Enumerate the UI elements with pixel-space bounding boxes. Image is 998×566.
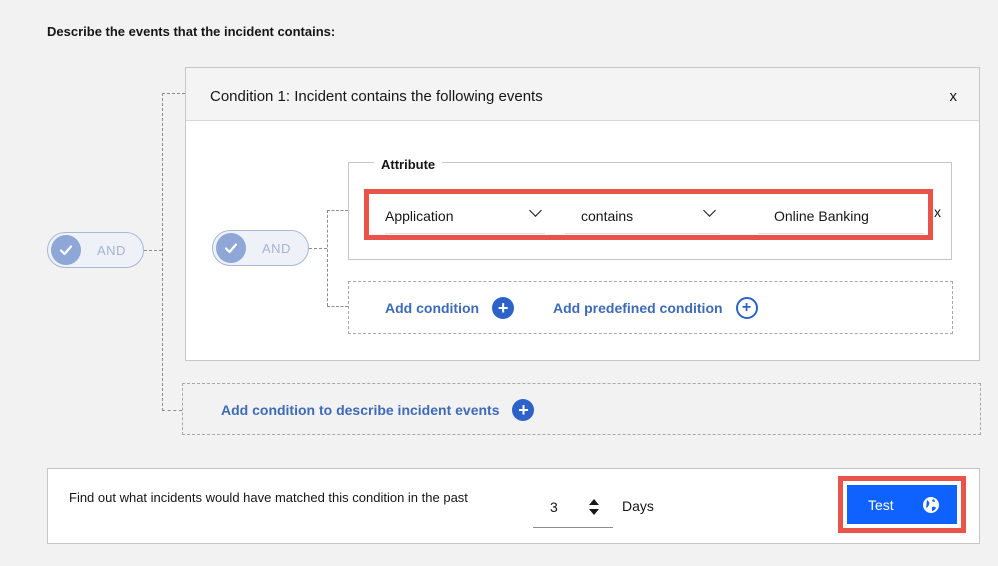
add-outer-condition-link[interactable]: Add condition to describe incident event… [221, 399, 535, 421]
plus-circle-outline-icon: + [735, 297, 758, 319]
attribute-field-select[interactable]: Application [385, 198, 545, 234]
remove-attribute-button[interactable]: x [934, 204, 941, 220]
condition-header: Condition 1: Incident contains the follo… [186, 68, 979, 121]
plus-circle-icon: + [492, 297, 515, 319]
add-outer-condition-area: Add condition to describe incident event… [182, 383, 981, 435]
add-outer-condition-label: Add condition to describe incident event… [221, 402, 500, 418]
globe-icon [923, 497, 939, 513]
attribute-legend: Attribute [374, 157, 443, 172]
close-condition-button[interactable]: x [950, 88, 958, 105]
chevron-down-icon [703, 204, 716, 217]
attribute-row: Application contains Online Banking [364, 189, 933, 240]
attribute-value-text: Online Banking [774, 207, 869, 224]
page-heading: Describe the events that the incident co… [47, 24, 336, 39]
chevron-down-icon [529, 204, 542, 217]
connector-line [162, 93, 185, 94]
operator-select[interactable]: contains [565, 198, 720, 234]
connector-line [162, 410, 182, 411]
days-number-input[interactable]: 3 [533, 490, 613, 528]
days-label: Days [622, 498, 654, 514]
days-value: 3 [550, 499, 558, 515]
condition-title: Condition 1: Incident contains the follo… [210, 88, 543, 105]
outer-and-toggle[interactable]: AND [47, 232, 144, 268]
test-button-label: Test [868, 496, 894, 513]
add-condition-label: Add condition [385, 300, 480, 316]
connector-line [327, 210, 328, 306]
inner-and-toggle[interactable]: AND [212, 230, 309, 266]
checkmark-icon [216, 233, 246, 263]
add-condition-link[interactable]: Add condition + [385, 297, 515, 319]
add-predefined-label: Add predefined condition [553, 300, 723, 316]
operator-value: contains [581, 207, 634, 224]
connector-line [327, 306, 348, 307]
connector-line [162, 93, 163, 411]
connector-line [309, 248, 327, 249]
attribute-field-value: Application [385, 207, 454, 224]
test-description: Find out what incidents would have match… [69, 490, 468, 505]
connector-line [144, 250, 162, 251]
add-predefined-condition-link[interactable]: Add predefined condition + [553, 297, 758, 319]
add-condition-area: Add condition + Add predefined condition… [348, 281, 953, 334]
toggle-label: AND [97, 242, 126, 258]
stepper-icon[interactable] [588, 497, 600, 517]
test-button-highlight: Test [838, 476, 966, 533]
plus-circle-icon: + [512, 399, 535, 421]
connector-line [327, 210, 348, 211]
test-button[interactable]: Test [847, 485, 957, 524]
toggle-label: AND [262, 240, 291, 256]
attribute-value-input[interactable]: Online Banking [758, 198, 924, 234]
checkmark-icon [51, 235, 81, 265]
